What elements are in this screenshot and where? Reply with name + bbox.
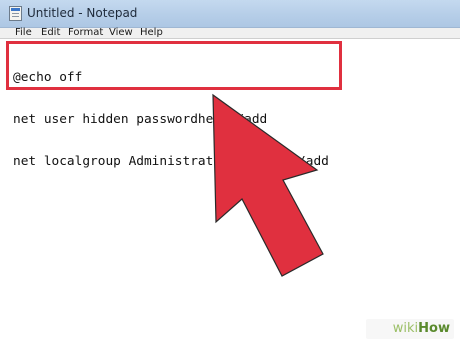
watermark-wiki: wiki [392, 321, 419, 336]
wikihow-watermark: wikiHow [393, 321, 450, 336]
up-left-arrow-icon [212, 93, 324, 277]
watermark-how: How [418, 321, 450, 336]
